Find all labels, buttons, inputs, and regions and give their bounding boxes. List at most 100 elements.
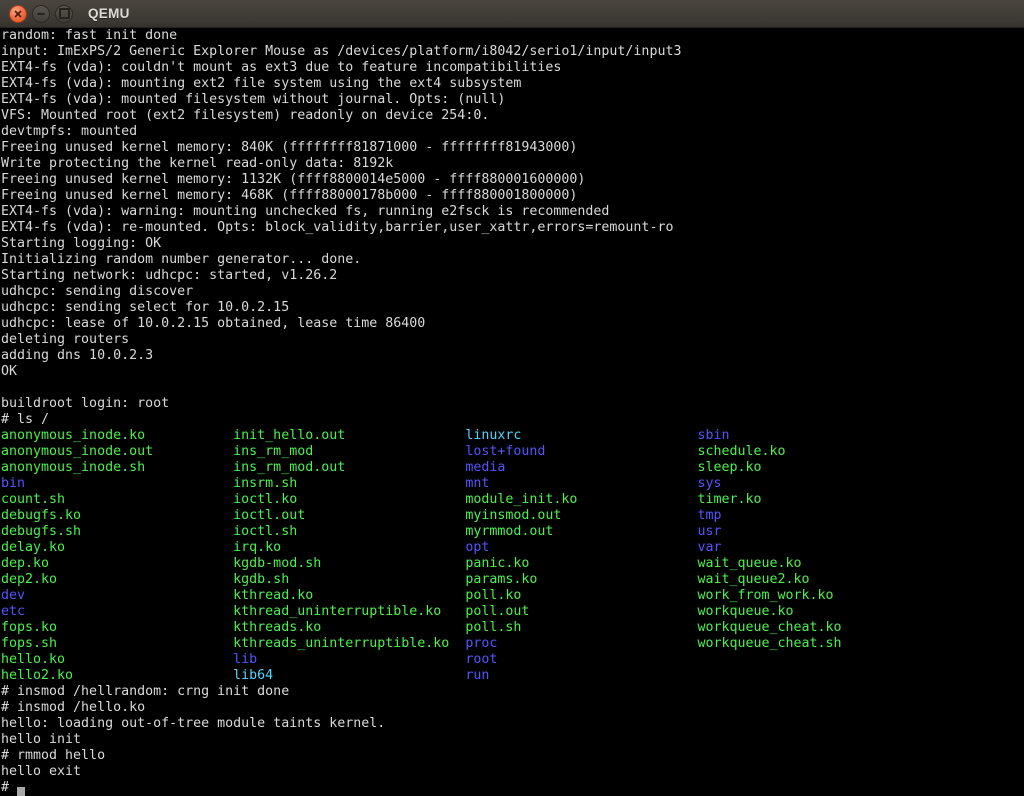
- terminal-text-segment: dep.ko: [1, 556, 233, 572]
- terminal-text-segment: root: [465, 652, 497, 668]
- terminal-text-segment: Freeing unused kernel memory: 1132K (fff…: [1, 172, 585, 188]
- terminal-line: hello: loading out-of-tree module taints…: [1, 716, 1024, 732]
- terminal-text-segment: hello exit: [1, 764, 81, 780]
- terminal-text-segment: EXT4-fs (vda): mounted filesystem withou…: [1, 92, 505, 108]
- terminal-line: Starting network: udhcpc: started, v1.26…: [1, 268, 1024, 284]
- terminal-line: #: [1, 780, 1024, 796]
- terminal-text-segment: # ls /: [1, 412, 49, 428]
- terminal-text-segment: buildroot login: root: [1, 396, 169, 412]
- terminal-text-segment: udhcpc: lease of 10.0.2.15 obtained, lea…: [1, 316, 425, 332]
- terminal-text-segment: mnt: [465, 476, 697, 492]
- terminal-text-segment: params.ko: [465, 572, 697, 588]
- terminal-line: EXT4-fs (vda): couldn't mount as ext3 du…: [1, 60, 1024, 76]
- terminal-line: adding dns 10.0.2.3: [1, 348, 1024, 364]
- terminal-text-segment: Starting logging: OK: [1, 236, 161, 252]
- terminal-line: # ls /: [1, 412, 1024, 428]
- terminal-line: Starting logging: OK: [1, 236, 1024, 252]
- terminal-text-segment: media: [465, 460, 697, 476]
- terminal-text-segment: ioctl.out: [233, 508, 465, 524]
- terminal-line: EXT4-fs (vda): mounting ext2 file system…: [1, 76, 1024, 92]
- terminal-line: random: fast init done: [1, 28, 1024, 44]
- terminal-text-segment: workqueue_cheat.ko: [697, 620, 841, 636]
- terminal-line: udhcpc: lease of 10.0.2.15 obtained, lea…: [1, 316, 1024, 332]
- terminal-line: # rmmod hello: [1, 748, 1024, 764]
- terminal-line: udhcpc: sending select for 10.0.2.15: [1, 300, 1024, 316]
- terminal-line: input: ImExPS/2 Generic Explorer Mouse a…: [1, 44, 1024, 60]
- terminal-line: debugfs.koioctl.outmyinsmod.outtmp: [1, 508, 1024, 524]
- terminal-text-segment: Initializing random number generator... …: [1, 252, 361, 268]
- terminal-line: dep2.kokgdb.shparams.kowait_queue2.ko: [1, 572, 1024, 588]
- terminal-text-segment: EXT4-fs (vda): couldn't mount as ext3 du…: [1, 60, 561, 76]
- terminal-line: Freeing unused kernel memory: 1132K (fff…: [1, 172, 1024, 188]
- terminal-line: OK: [1, 364, 1024, 380]
- maximize-button[interactable]: [55, 5, 73, 23]
- terminal-text-segment: poll.out: [465, 604, 697, 620]
- terminal-text-segment: kgdb-mod.sh: [233, 556, 465, 572]
- terminal-line: VFS: Mounted root (ext2 filesystem) read…: [1, 108, 1024, 124]
- terminal-text-segment: input: ImExPS/2 Generic Explorer Mouse a…: [1, 44, 681, 60]
- terminal-text-segment: init_hello.out: [233, 428, 465, 444]
- terminal-text-segment: VFS: Mounted root (ext2 filesystem) read…: [1, 108, 489, 124]
- terminal-line: EXT4-fs (vda): re-mounted. Opts: block_v…: [1, 220, 1024, 236]
- terminal-text-segment: hello: loading out-of-tree module taints…: [1, 716, 385, 732]
- terminal-line: Write protecting the kernel read-only da…: [1, 156, 1024, 172]
- terminal-line: hello.kolibroot: [1, 652, 1024, 668]
- terminal-text-segment: udhcpc: sending discover: [1, 284, 193, 300]
- terminal-text-segment: dev: [1, 588, 233, 604]
- terminal-text-segment: wait_queue.ko: [697, 556, 801, 572]
- terminal-line: Freeing unused kernel memory: 468K (ffff…: [1, 188, 1024, 204]
- terminal-line: # insmod /hello.ko: [1, 700, 1024, 716]
- terminal-text-segment: insrm.sh: [233, 476, 465, 492]
- terminal-text-segment: #: [1, 780, 17, 796]
- terminal-text-segment: anonymous_inode.ko: [1, 428, 233, 444]
- terminal-output: random: fast init doneinput: ImExPS/2 Ge…: [1, 28, 1024, 796]
- terminal-text-segment: work_from_work.ko: [697, 588, 833, 604]
- terminal-text-segment: ins_rm_mod: [233, 444, 465, 460]
- terminal-text-segment: EXT4-fs (vda): warning: mounting uncheck…: [1, 204, 609, 220]
- terminal-text-segment: # rmmod hello: [1, 748, 105, 764]
- terminal-text-segment: var: [697, 540, 721, 556]
- terminal-line: anonymous_inode.shins_rm_mod.outmediasle…: [1, 460, 1024, 476]
- terminal-line: fops.shkthreads_uninterruptible.koprocwo…: [1, 636, 1024, 652]
- terminal-text-segment: sbin: [697, 428, 729, 444]
- terminal-text-segment: hello2.ko: [1, 668, 233, 684]
- terminal-text-segment: devtmpfs: mounted: [1, 124, 137, 140]
- terminal-line: deleting routers: [1, 332, 1024, 348]
- terminal-text-segment: lib: [233, 652, 465, 668]
- terminal-line: delay.koirq.kooptvar: [1, 540, 1024, 556]
- terminal-text-segment: run: [465, 668, 489, 684]
- terminal-line: Initializing random number generator... …: [1, 252, 1024, 268]
- terminal-text-segment: sleep.ko: [697, 460, 761, 476]
- terminal-text-segment: bin: [1, 476, 233, 492]
- terminal-text-segment: ins_rm_mod.out: [233, 460, 465, 476]
- close-button[interactable]: [9, 5, 27, 23]
- terminal-text-segment: etc: [1, 604, 233, 620]
- terminal-text-segment: timer.ko: [697, 492, 761, 508]
- terminal-text-segment: fops.sh: [1, 636, 233, 652]
- terminal-line: # insmod /hellrandom: crng init done: [1, 684, 1024, 700]
- terminal-text-segment: lib64: [233, 668, 465, 684]
- terminal-line: dep.kokgdb-mod.shpanic.kowait_queue.ko: [1, 556, 1024, 572]
- terminal-text-segment: random: fast init done: [1, 28, 177, 44]
- terminal-text-segment: EXT4-fs (vda): re-mounted. Opts: block_v…: [1, 220, 673, 236]
- terminal-text-segment: opt: [465, 540, 697, 556]
- terminal-text-segment: # insmod /hellrandom: crng init done: [1, 684, 289, 700]
- terminal-line: [1, 380, 1024, 396]
- terminal-text-segment: workqueue.ko: [697, 604, 793, 620]
- terminal-text-segment: fops.ko: [1, 620, 233, 636]
- terminal-text-segment: kgdb.sh: [233, 572, 465, 588]
- minimize-icon: [37, 13, 45, 15]
- terminal-text-segment: lost+found: [465, 444, 697, 460]
- terminal-text-segment: Freeing unused kernel memory: 468K (ffff…: [1, 188, 577, 204]
- minimize-button[interactable]: [32, 5, 50, 23]
- terminal-text-segment: kthread_uninterruptible.ko: [233, 604, 465, 620]
- terminal-text-segment: udhcpc: sending select for 10.0.2.15: [1, 300, 289, 316]
- terminal-text-segment: irq.ko: [233, 540, 465, 556]
- terminal-text-segment: kthread.ko: [233, 588, 465, 604]
- terminal-text-segment: count.sh: [1, 492, 233, 508]
- terminal-line: EXT4-fs (vda): warning: mounting uncheck…: [1, 204, 1024, 220]
- terminal-text-segment: EXT4-fs (vda): mounting ext2 file system…: [1, 76, 521, 92]
- terminal-screen[interactable]: random: fast init doneinput: ImExPS/2 Ge…: [0, 28, 1024, 796]
- terminal-text-segment: kthreads.ko: [233, 620, 465, 636]
- terminal-line: etckthread_uninterruptible.kopoll.outwor…: [1, 604, 1024, 620]
